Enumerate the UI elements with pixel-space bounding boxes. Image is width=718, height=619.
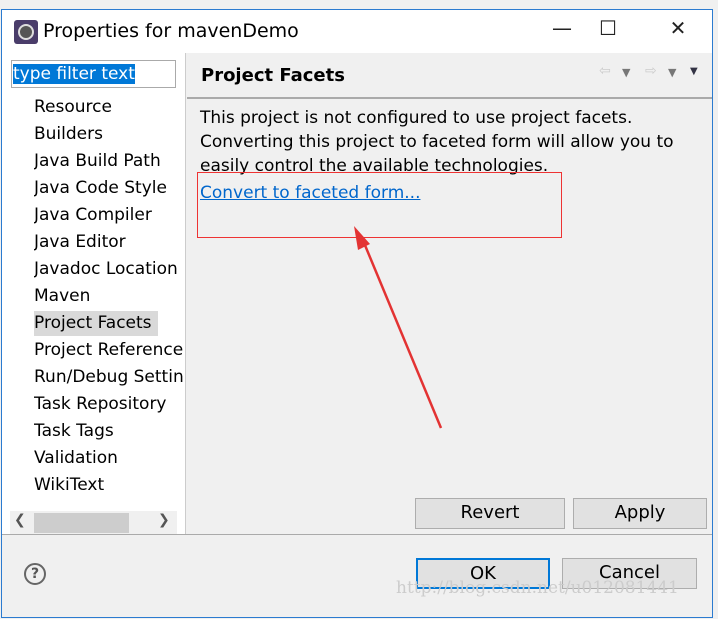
footer-separator [2,534,712,535]
properties-dialog: Properties for mavenDemo — ☐ ✕ type filt… [1,9,713,618]
help-icon[interactable]: ? [24,563,46,585]
watermark: http://blog.csdn.net/u012081441 [396,578,679,598]
annotation-arrow [354,226,443,429]
